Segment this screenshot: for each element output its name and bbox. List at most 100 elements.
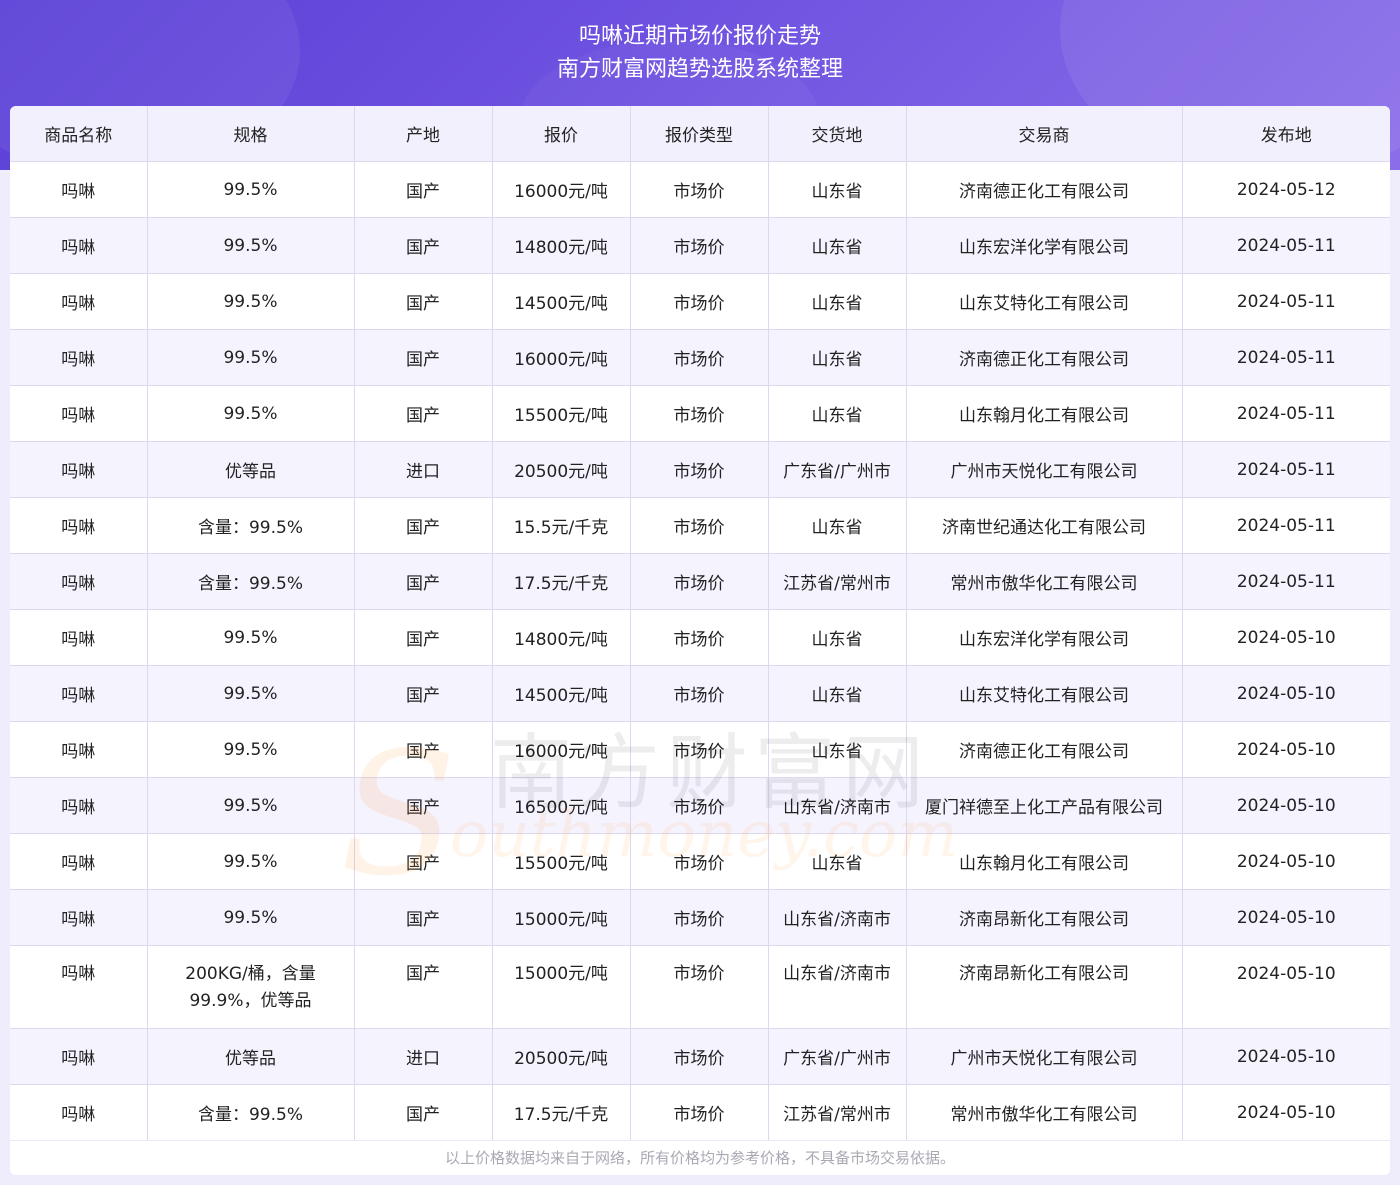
cell-delivery: 山东省 xyxy=(768,161,907,218)
cell-price: 14500元/吨 xyxy=(492,273,631,330)
cell-origin: 国产 xyxy=(354,217,493,274)
cell-spec: 99.5% xyxy=(147,777,355,834)
cell-trader: 山东宏洋化学有限公司 xyxy=(906,609,1183,666)
table-row: 吗啉 含量：99.5% 国产 15.5元/千克 市场价 山东省 济南世纪通达化工有限公司 20… xyxy=(10,497,1390,554)
cell-spec: 优等品 xyxy=(147,441,355,498)
cell-product: 吗啉 xyxy=(10,1028,148,1085)
cell-price: 16000元/吨 xyxy=(492,721,631,778)
cell-date: 2024-05-11 xyxy=(1182,329,1390,386)
column-header-price-type: 报价类型 xyxy=(630,106,769,162)
column-header-price: 报价 xyxy=(492,106,631,162)
cell-price: 15000元/吨 xyxy=(492,945,631,1029)
cell-origin: 国产 xyxy=(354,161,493,218)
table-row: 吗啉 99.5% 国产 15000元/吨 市场价 山东省/济南市 济南昂新化工有限公司 202… xyxy=(10,889,1390,946)
cell-price-type: 市场价 xyxy=(630,497,769,554)
cell-price-type: 市场价 xyxy=(630,1028,769,1085)
cell-product: 吗啉 xyxy=(10,385,148,442)
table-row: 吗啉 99.5% 国产 16000元/吨 市场价 山东省 济南德正化工有限公司 2024-05… xyxy=(10,161,1390,218)
cell-price: 14500元/吨 xyxy=(492,665,631,722)
cell-spec: 99.5% xyxy=(147,889,355,946)
cell-origin: 进口 xyxy=(354,1028,493,1085)
cell-trader: 济南德正化工有限公司 xyxy=(906,721,1183,778)
cell-price: 15.5元/千克 xyxy=(492,497,631,554)
table-header-row: 商品名称 规格 产地 报价 报价类型 交货地 交易商 发布地 xyxy=(10,106,1390,162)
table-row: 吗啉 优等品 进口 20500元/吨 市场价 广东省/广州市 广州市天悦化工有限公司 2024… xyxy=(10,1028,1390,1085)
title-block: 吗啉近期市场价报价走势 南方财富网趋势选股系统整理 xyxy=(0,20,1400,86)
cell-spec: 优等品 xyxy=(147,1028,355,1085)
table-row: 吗啉 99.5% 国产 16000元/吨 市场价 山东省 济南德正化工有限公司 2024-05… xyxy=(10,329,1390,386)
cell-date: 2024-05-11 xyxy=(1182,217,1390,274)
cell-trader: 济南世纪通达化工有限公司 xyxy=(906,497,1183,554)
cell-spec: 99.5% xyxy=(147,329,355,386)
table-row: 吗啉 99.5% 国产 14800元/吨 市场价 山东省 山东宏洋化学有限公司 2024-05… xyxy=(10,217,1390,274)
cell-price-type: 市场价 xyxy=(630,889,769,946)
cell-price: 14800元/吨 xyxy=(492,609,631,666)
cell-date: 2024-05-11 xyxy=(1182,441,1390,498)
table-row: 吗啉 200KG/桶，含量99.9%，优等品 国产 15000元/吨 市场价 山东省/济南… xyxy=(10,945,1390,1029)
column-header-date: 发布地 xyxy=(1182,106,1390,162)
cell-origin: 国产 xyxy=(354,497,493,554)
cell-price: 17.5元/千克 xyxy=(492,553,631,610)
cell-spec: 99.5% xyxy=(147,217,355,274)
cell-price: 16000元/吨 xyxy=(492,329,631,386)
cell-date: 2024-05-10 xyxy=(1182,1084,1390,1141)
cell-trader: 常州市傲华化工有限公司 xyxy=(906,1084,1183,1141)
cell-delivery: 山东省 xyxy=(768,609,907,666)
cell-product: 吗啉 xyxy=(10,945,148,1029)
cell-product: 吗啉 xyxy=(10,889,148,946)
cell-spec: 99.5% xyxy=(147,273,355,330)
cell-delivery: 山东省 xyxy=(768,721,907,778)
cell-delivery: 江苏省/常州市 xyxy=(768,1084,907,1141)
cell-product: 吗啉 xyxy=(10,553,148,610)
cell-product: 吗啉 xyxy=(10,609,148,666)
cell-trader: 广州市天悦化工有限公司 xyxy=(906,441,1183,498)
cell-price: 14800元/吨 xyxy=(492,217,631,274)
page-subtitle: 南方财富网趋势选股系统整理 xyxy=(556,57,843,82)
cell-trader: 常州市傲华化工有限公司 xyxy=(906,553,1183,610)
column-header-delivery: 交货地 xyxy=(768,106,907,162)
cell-price-type: 市场价 xyxy=(630,777,769,834)
column-header-spec: 规格 xyxy=(147,106,355,162)
cell-spec: 99.5% xyxy=(147,833,355,890)
cell-product: 吗啉 xyxy=(10,217,148,274)
cell-origin: 国产 xyxy=(354,945,493,1029)
cell-origin: 国产 xyxy=(354,1084,493,1141)
cell-date: 2024-05-12 xyxy=(1182,161,1390,218)
cell-origin: 国产 xyxy=(354,329,493,386)
cell-delivery: 山东省 xyxy=(768,833,907,890)
cell-trader: 济南昂新化工有限公司 xyxy=(906,889,1183,946)
cell-date: 2024-05-11 xyxy=(1182,497,1390,554)
cell-price-type: 市场价 xyxy=(630,609,769,666)
cell-trader: 济南德正化工有限公司 xyxy=(906,329,1183,386)
cell-product: 吗啉 xyxy=(10,1084,148,1141)
cell-date: 2024-05-11 xyxy=(1182,273,1390,330)
cell-trader: 广州市天悦化工有限公司 xyxy=(906,1028,1183,1085)
cell-price-type: 市场价 xyxy=(630,441,769,498)
column-header-origin: 产地 xyxy=(354,106,493,162)
cell-delivery: 广东省/广州市 xyxy=(768,441,907,498)
cell-product: 吗啉 xyxy=(10,665,148,722)
cell-price: 16500元/吨 xyxy=(492,777,631,834)
cell-delivery: 江苏省/常州市 xyxy=(768,553,907,610)
cell-delivery: 山东省 xyxy=(768,665,907,722)
cell-origin: 国产 xyxy=(354,385,493,442)
cell-price-type: 市场价 xyxy=(630,721,769,778)
table-row: 吗啉 99.5% 国产 16500元/吨 市场价 山东省/济南市 厦门祥德至上化工产品有限公… xyxy=(10,777,1390,834)
cell-product: 吗啉 xyxy=(10,721,148,778)
cell-price: 20500元/吨 xyxy=(492,1028,631,1085)
table-row: 吗啉 99.5% 国产 14500元/吨 市场价 山东省 山东艾特化工有限公司 2024-05… xyxy=(10,665,1390,722)
cell-delivery: 山东省/济南市 xyxy=(768,889,907,946)
cell-price: 15500元/吨 xyxy=(492,833,631,890)
table-row: 吗啉 99.5% 国产 15500元/吨 市场价 山东省 山东翰月化工有限公司 2024-05… xyxy=(10,833,1390,890)
cell-date: 2024-05-11 xyxy=(1182,385,1390,442)
cell-date: 2024-05-11 xyxy=(1182,553,1390,610)
cell-trader: 山东翰月化工有限公司 xyxy=(906,385,1183,442)
cell-date: 2024-05-10 xyxy=(1182,1028,1390,1085)
cell-product: 吗啉 xyxy=(10,777,148,834)
price-table: 商品名称 规格 产地 报价 报价类型 交货地 交易商 发布地 吗啉 99.5% 国产… xyxy=(10,106,1390,1141)
cell-product: 吗啉 xyxy=(10,329,148,386)
cell-spec: 99.5% xyxy=(147,385,355,442)
disclaimer-note: 以上价格数据均来自于网络，所有价格均为参考价格，不具备市场交易依据。 xyxy=(10,1140,1390,1175)
cell-date: 2024-05-10 xyxy=(1182,721,1390,778)
cell-price-type: 市场价 xyxy=(630,329,769,386)
